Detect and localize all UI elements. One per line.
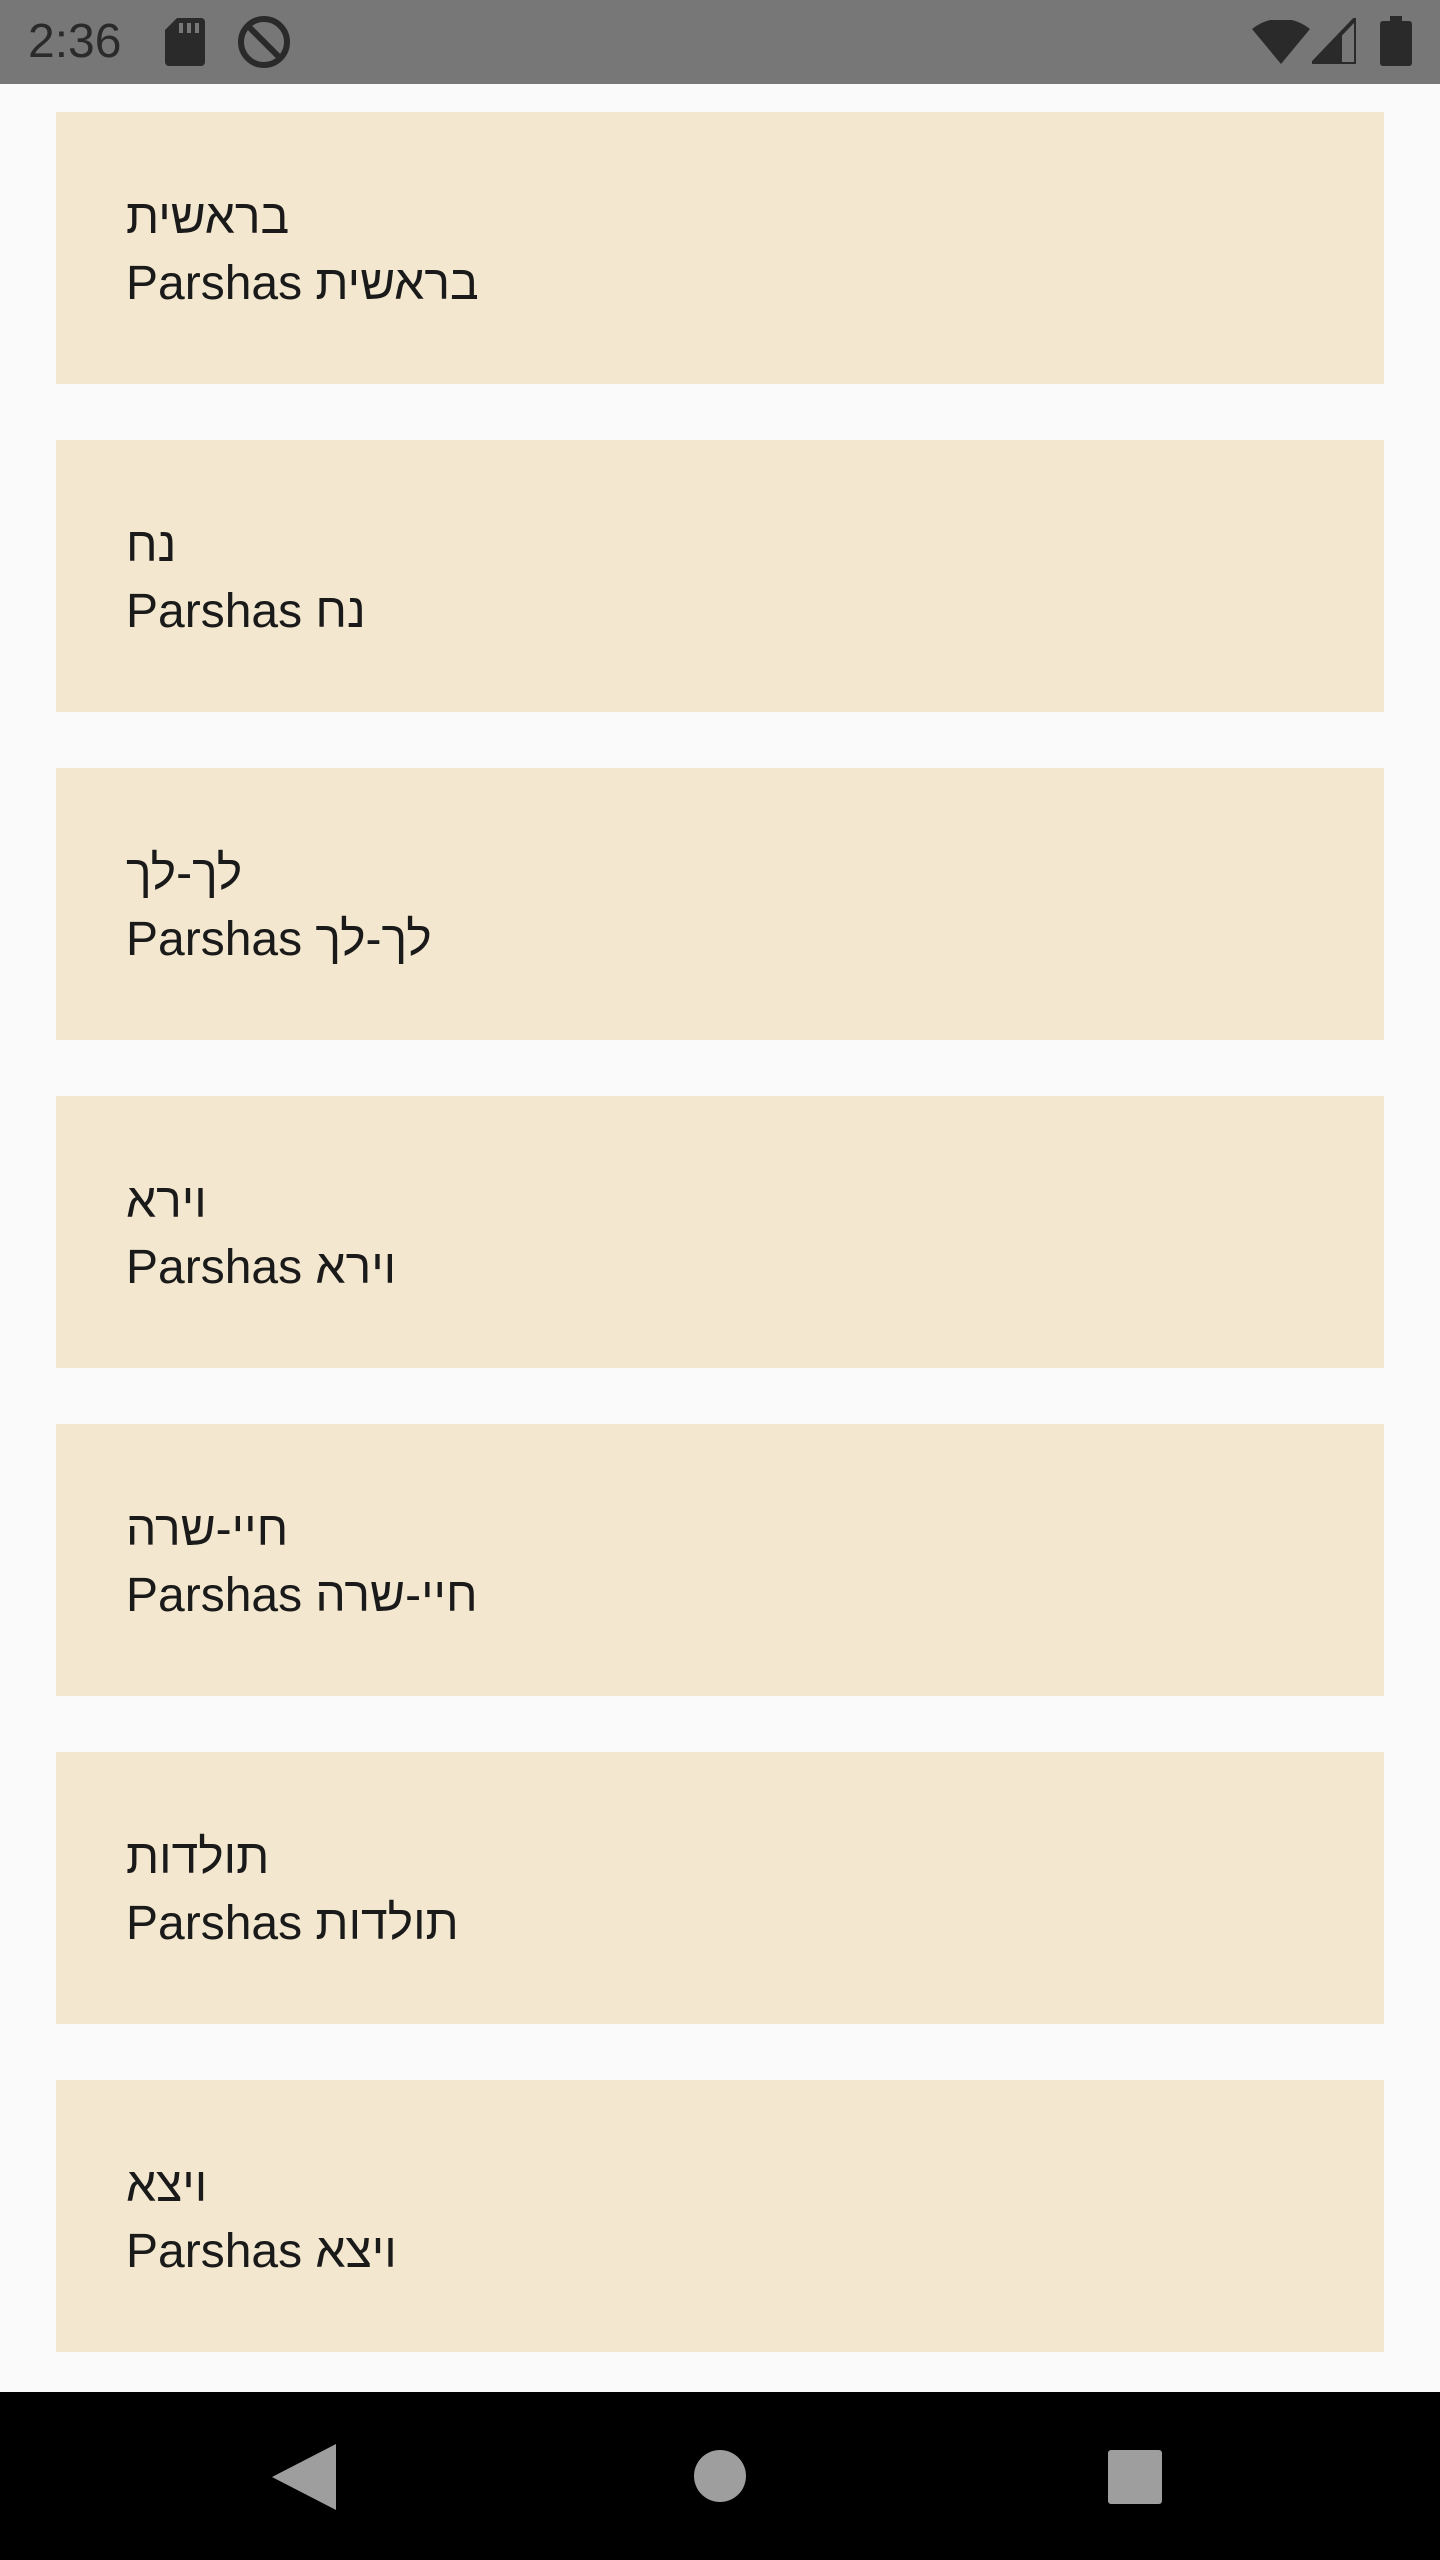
parsha-card[interactable]: חיי-שרה Parshas חיי-שרה (56, 1424, 1384, 1696)
parsha-title: לך-לך (126, 847, 243, 900)
recents-icon[interactable] (1108, 2450, 1162, 2504)
parsha-subtitle: Parshas תולדות (126, 1897, 459, 1950)
navigation-bar (0, 2392, 1440, 2560)
parsha-card[interactable]: וירא Parshas וירא (56, 1096, 1384, 1368)
parsha-card[interactable]: בראשית Parshas בראשית (56, 112, 1384, 384)
parsha-card[interactable]: לך-לך Parshas לך-לך (56, 768, 1384, 1040)
parsha-card[interactable]: תולדות Parshas תולדות (56, 1752, 1384, 2024)
parsha-title: בראשית (126, 191, 290, 244)
status-time: 2:36 (28, 15, 122, 68)
parsha-subtitle: Parshas חיי-שרה (126, 1569, 478, 1622)
parsha-title: ויצא (126, 2159, 208, 2212)
parsha-subtitle: Parshas לך-לך (126, 913, 432, 966)
parsha-subtitle: Parshas בראשית (126, 257, 479, 310)
parsha-subtitle: Parshas נח (126, 585, 366, 638)
parsha-list[interactable]: בראשית Parshas בראשית נח Parshas נח לך-ל… (0, 84, 1440, 2392)
parsha-subtitle: Parshas ויצא (126, 2225, 397, 2278)
back-icon[interactable] (272, 2444, 336, 2510)
battery-icon (1380, 16, 1412, 66)
parsha-title: תולדות (126, 1831, 270, 1884)
wifi-icon (1252, 20, 1310, 64)
parsha-card[interactable]: נח Parshas נח (56, 440, 1384, 712)
sdcard-icon (165, 18, 205, 66)
parsha-title: חיי-שרה (126, 1503, 289, 1556)
parsha-title: נח (126, 519, 177, 572)
home-icon[interactable] (694, 2450, 746, 2502)
signal-icon (1312, 18, 1356, 64)
do-not-disturb-icon (238, 16, 290, 68)
status-bar: 2:36 (0, 0, 1440, 84)
parsha-subtitle: Parshas וירא (126, 1241, 397, 1294)
parsha-card[interactable]: ויצא Parshas ויצא (56, 2080, 1384, 2352)
parsha-title: וירא (126, 1175, 207, 1228)
